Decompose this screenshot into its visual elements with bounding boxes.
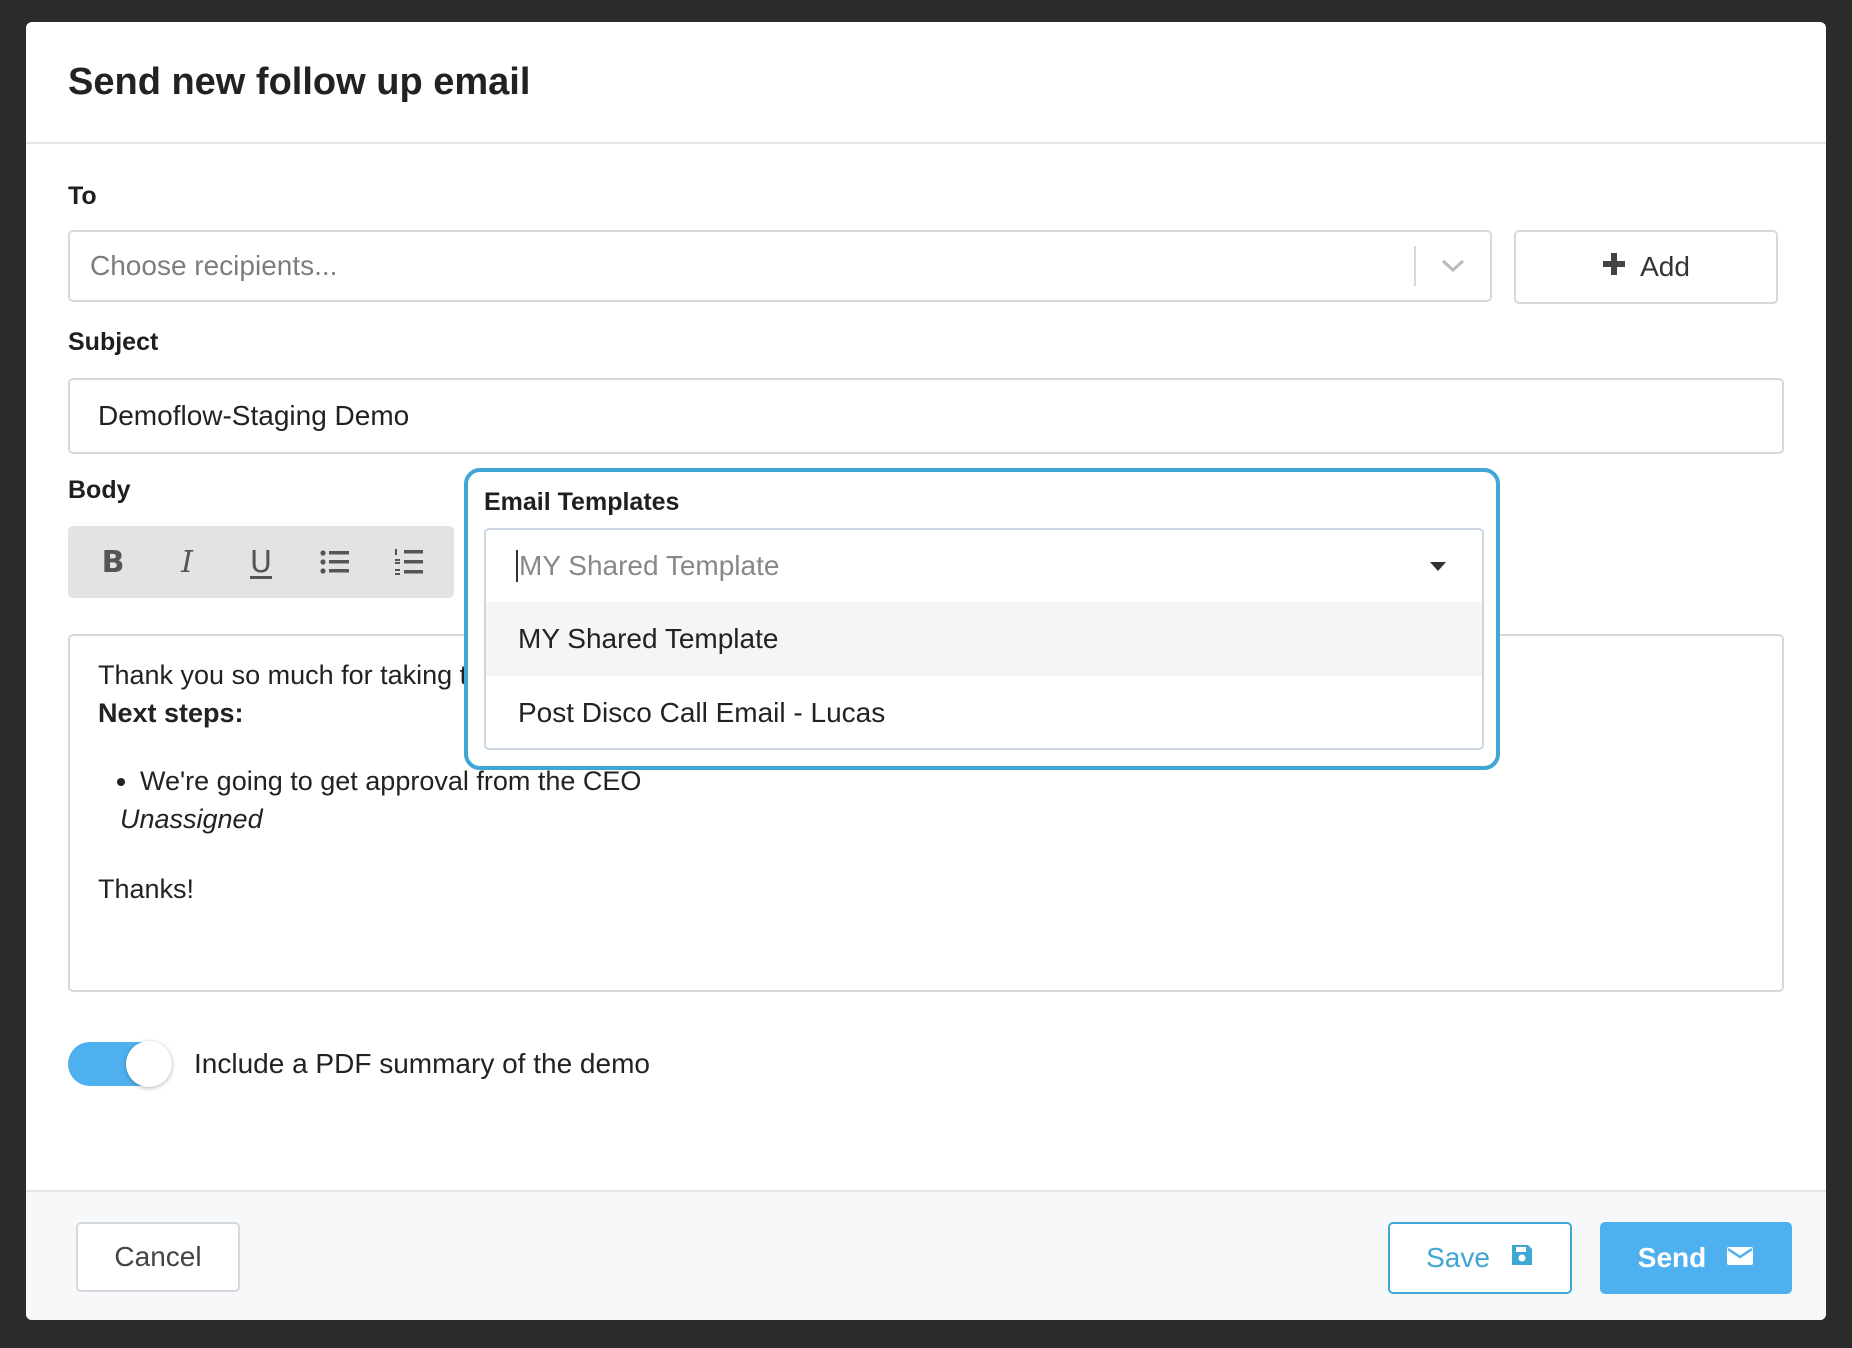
- pdf-summary-toggle[interactable]: [68, 1041, 172, 1087]
- bold-button[interactable]: B: [85, 534, 141, 590]
- add-recipient-button[interactable]: Add: [1514, 230, 1778, 304]
- email-templates-popover: Email Templates MY Shared Template MY Sh…: [464, 468, 1500, 770]
- to-label: To: [68, 182, 97, 210]
- underline-button[interactable]: U: [233, 534, 289, 590]
- chevron-down-icon[interactable]: [1416, 259, 1490, 273]
- plus-icon: [1602, 251, 1626, 283]
- send-button-label: Send: [1637, 1242, 1707, 1273]
- recipients-select[interactable]: Choose recipients...: [68, 230, 1492, 302]
- caret-down-icon[interactable]: [1430, 562, 1446, 571]
- pdf-summary-label: Include a PDF summary of the demo: [194, 1048, 650, 1079]
- closing-text: Thanks!: [98, 874, 195, 904]
- save-button-label: Save: [1426, 1242, 1490, 1273]
- formatting-toolbar: B I U: [68, 526, 454, 598]
- template-search-input[interactable]: MY Shared Template: [486, 530, 1482, 602]
- modal-header: Send new follow up email: [26, 22, 1826, 144]
- floppy-disk-icon: [1510, 1242, 1534, 1274]
- template-placeholder: MY Shared Template: [519, 550, 780, 581]
- body-label: Body: [68, 476, 131, 504]
- recipients-placeholder: Choose recipients...: [90, 250, 338, 281]
- template-option-post-disco[interactable]: Post Disco Call Email - Lucas: [486, 676, 1482, 748]
- subject-label: Subject: [68, 328, 159, 356]
- assignee-text: Unassigned: [120, 804, 263, 834]
- modal-title: Send new follow up email: [68, 60, 531, 103]
- numbered-list-icon[interactable]: [381, 534, 437, 590]
- send-email-modal: Send new follow up email To Choose recip…: [26, 22, 1826, 1320]
- text-cursor: [516, 550, 518, 582]
- save-button[interactable]: Save: [1388, 1222, 1572, 1294]
- italic-button[interactable]: I: [159, 534, 215, 590]
- email-template-select[interactable]: MY Shared Template MY Shared Template Po…: [484, 528, 1484, 750]
- modal-footer: Cancel Save Send: [26, 1190, 1826, 1320]
- bullet-list-icon[interactable]: [307, 534, 363, 590]
- toggle-knob: [126, 1041, 172, 1087]
- template-option-my-shared[interactable]: MY Shared Template: [486, 602, 1482, 676]
- subject-input[interactable]: [68, 378, 1784, 454]
- add-button-label: Add: [1640, 251, 1690, 282]
- envelope-icon: [1726, 1242, 1754, 1274]
- send-button[interactable]: Send: [1600, 1222, 1792, 1294]
- cancel-button[interactable]: Cancel: [76, 1222, 240, 1292]
- email-templates-label: Email Templates: [484, 488, 680, 516]
